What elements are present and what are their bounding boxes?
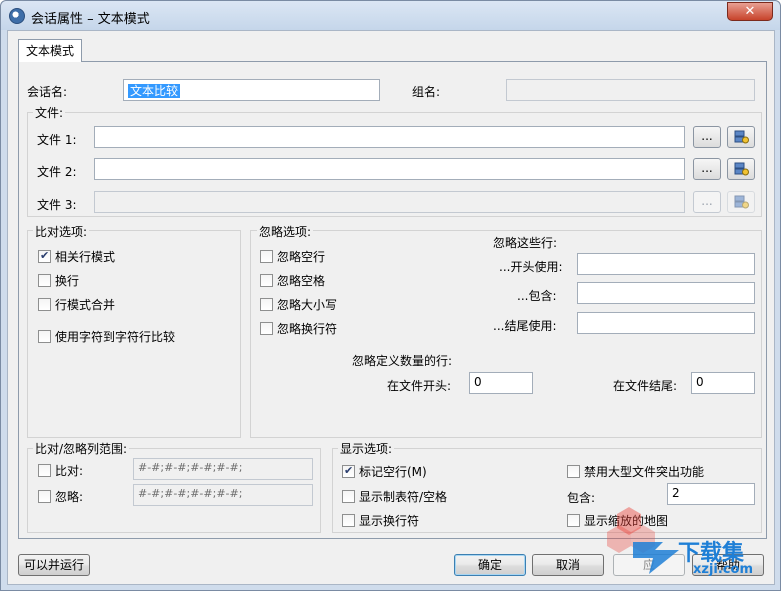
- checkbox-box: [567, 514, 580, 527]
- range-ignore-checkbox[interactable]: 忽略:: [38, 488, 83, 505]
- char-to-char-compare-checkbox[interactable]: 使用字符到字符行比较: [38, 328, 175, 345]
- checkbox-label: 忽略空行: [277, 250, 326, 264]
- display-contains-label: 包含:: [567, 491, 596, 505]
- wrap-checkbox[interactable]: 换行: [38, 272, 79, 289]
- checkbox-box: [567, 465, 580, 478]
- show-tabs-spaces-checkbox[interactable]: 显示制表符/空格: [342, 488, 447, 505]
- checkbox-box: [342, 490, 355, 503]
- file3-server-button: [727, 191, 755, 213]
- file1-input[interactable]: [94, 126, 685, 148]
- tab-panel: 会话名: 文本比较 组名: 文件: 文件 1: ... 文件 2: ... 文件…: [18, 61, 767, 539]
- checkbox-label: 忽略空格: [277, 274, 326, 288]
- checkbox-label: 使用字符到字符行比较: [55, 330, 176, 344]
- checkbox-label: 显示制表符/空格: [359, 490, 448, 504]
- checkbox-box: [260, 274, 273, 287]
- line-mode-merge-checkbox[interactable]: 行模式合并: [38, 296, 115, 313]
- checkbox-label: 忽略换行符: [277, 322, 338, 336]
- checkbox-box: [38, 490, 51, 503]
- compare-options-title: 比对选项:: [33, 223, 90, 240]
- file2-browse-button[interactable]: ...: [693, 158, 721, 180]
- ignore-spaces-checkbox[interactable]: 忽略空格: [260, 272, 325, 289]
- file2-label: 文件 2:: [37, 165, 77, 179]
- starts-with-label: ...开头使用:: [499, 260, 563, 274]
- close-button[interactable]: ✕: [727, 2, 773, 21]
- contains-label: ...包含:: [517, 289, 557, 303]
- checkbox-label: 比对:: [55, 464, 84, 478]
- range-compare-input: #-#;#-#;#-#;#-#;: [133, 458, 313, 480]
- server-browse-icon: [734, 162, 749, 176]
- window-title: 会话属性 – 文本模式: [31, 12, 150, 27]
- checkbox-label: 行模式合并: [55, 298, 116, 312]
- checkbox-box: [342, 464, 355, 478]
- cancel-button[interactable]: 取消: [532, 554, 604, 576]
- at-file-end-input[interactable]: 0: [691, 372, 755, 394]
- ok-button[interactable]: 确定: [454, 554, 526, 576]
- session-name-input[interactable]: 文本比较: [123, 79, 380, 101]
- at-file-start-label: 在文件开头:: [387, 379, 452, 393]
- file1-label: 文件 1:: [37, 133, 77, 147]
- related-line-mode-checkbox[interactable]: 相关行模式: [38, 248, 115, 265]
- file1-server-button[interactable]: [727, 126, 755, 148]
- ignore-case-checkbox[interactable]: 忽略大小写: [260, 296, 337, 313]
- file3-browse-button: ...: [693, 191, 721, 213]
- checkbox-label: 标记空行(M): [359, 465, 427, 479]
- disable-large-file-highlight-checkbox[interactable]: 禁用大型文件突出功能: [567, 463, 704, 480]
- watermark-logo: 下载集 xzji.com: [603, 502, 773, 582]
- ignore-options-title: 忽略选项:: [257, 223, 314, 240]
- column-ranges-title: 比对/忽略列范围:: [33, 440, 130, 457]
- range-ignore-input: #-#;#-#;#-#;#-#;: [133, 484, 313, 506]
- range-compare-checkbox[interactable]: 比对:: [38, 462, 83, 479]
- at-file-end-label: 在文件结尾:: [613, 379, 678, 393]
- ignore-newlines-checkbox[interactable]: 忽略换行符: [260, 320, 337, 337]
- file3-input: [94, 191, 685, 213]
- group-name-label: 组名:: [412, 85, 441, 99]
- server-browse-icon: [734, 130, 749, 144]
- parallel-run-button[interactable]: 可以并运行: [18, 554, 90, 576]
- file2-server-button[interactable]: [727, 158, 755, 180]
- checkbox-box: [38, 464, 51, 477]
- group-name-input: [506, 79, 755, 101]
- files-group-title: 文件:: [33, 104, 66, 121]
- server-browse-icon: [734, 195, 749, 209]
- session-name-value: 文本比较: [128, 84, 181, 98]
- checkbox-label: 显示换行符: [359, 514, 420, 528]
- checkbox-label: 换行: [55, 274, 80, 288]
- checkbox-box: [38, 330, 51, 343]
- watermark-text-url: xzji.com: [693, 562, 753, 577]
- app-icon: [9, 8, 25, 24]
- display-options-title: 显示选项:: [338, 440, 395, 457]
- checkbox-label: 相关行模式: [55, 250, 116, 264]
- file1-browse-button[interactable]: ...: [693, 126, 721, 148]
- contains-input[interactable]: [577, 282, 755, 304]
- show-newlines-checkbox[interactable]: 显示换行符: [342, 512, 419, 529]
- checkbox-box: [260, 298, 273, 311]
- starts-with-input[interactable]: [577, 253, 755, 275]
- tab-text-mode[interactable]: 文本模式: [18, 39, 82, 62]
- ignore-blank-lines-checkbox[interactable]: 忽略空行: [260, 248, 325, 265]
- ends-with-input[interactable]: [577, 312, 755, 334]
- checkbox-box: [342, 514, 355, 527]
- checkbox-box: [38, 298, 51, 311]
- checkbox-label: 忽略:: [55, 490, 84, 504]
- mark-blank-lines-checkbox[interactable]: 标记空行(M): [342, 463, 427, 480]
- ends-with-label: ...结尾使用:: [493, 319, 557, 333]
- checkbox-box: [260, 322, 273, 335]
- defined-count-title: 忽略定义数量的行:: [352, 354, 453, 368]
- checkbox-label: 禁用大型文件突出功能: [584, 465, 705, 479]
- session-name-label: 会话名:: [27, 85, 68, 99]
- checkbox-label: 忽略大小写: [277, 298, 338, 312]
- file2-input[interactable]: [94, 158, 685, 180]
- ignore-lines-title: 忽略这些行:: [493, 236, 558, 250]
- checkbox-box: [260, 250, 273, 263]
- title-bar[interactable]: 会话属性 – 文本模式 ✕: [1, 1, 780, 30]
- checkbox-box: [38, 249, 51, 263]
- at-file-start-input[interactable]: 0: [469, 372, 533, 394]
- checkbox-box: [38, 274, 51, 287]
- file3-label: 文件 3:: [37, 198, 77, 212]
